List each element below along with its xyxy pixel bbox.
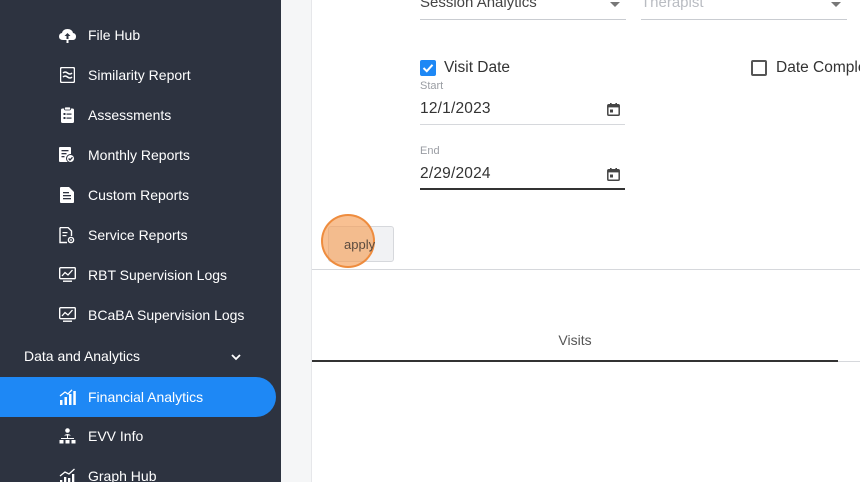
end-date-value: 2/29/2024 [420, 165, 491, 182]
tab-bar-divider [838, 361, 860, 362]
sidebar-item-rbt-supervision-logs[interactable]: RBT Supervision Logs [0, 255, 276, 295]
chevron-down-icon [231, 354, 241, 361]
sidebar-item-financial-analytics[interactable]: Financial Analytics [0, 377, 276, 417]
sidebar-group-label: Data and Analytics [24, 348, 140, 364]
tab-active-indicator [312, 360, 838, 362]
therapist-select[interactable]: Therapist [641, 0, 847, 20]
start-date-field[interactable]: Start 12/1/2023 [420, 80, 625, 126]
sidebar-item-label: Graph Hub [88, 468, 157, 482]
network-icon [58, 427, 76, 445]
report-type-select[interactable]: Session Analytics [420, 0, 626, 20]
apply-button-label: apply [344, 237, 376, 252]
clipboard-list-icon [58, 106, 76, 124]
therapist-placeholder: Therapist [641, 0, 704, 11]
checkmark-icon [422, 64, 434, 73]
calendar-icon[interactable] [607, 103, 620, 116]
start-date-underline [420, 124, 625, 125]
visit-date-checkbox[interactable] [420, 60, 436, 76]
section-divider [312, 269, 860, 270]
sidebar-item-assessments[interactable]: Assessments [0, 95, 276, 135]
sidebar-item-label: RBT Supervision Logs [88, 267, 228, 283]
date-complete-checkbox[interactable] [751, 60, 767, 76]
waves-icon [58, 66, 76, 84]
sidebar-item-file-hub[interactable]: File Hub [0, 15, 276, 55]
visit-date-label: Visit Date [444, 59, 511, 76]
sidebar-item-monthly-reports[interactable]: Monthly Reports [0, 135, 276, 175]
sidebar-group-data-and-analytics[interactable]: Data and Analytics [0, 336, 276, 376]
sidebar: File Hub Similarity Report Assessments M… [0, 0, 281, 482]
sidebar-item-custom-reports[interactable]: Custom Reports [0, 175, 276, 215]
sidebar-item-graph-hub[interactable]: Graph Hub [0, 456, 276, 482]
start-date-value: 12/1/2023 [420, 100, 491, 117]
app-root: File Hub Similarity Report Assessments M… [0, 0, 860, 482]
cloud-upload-icon [58, 26, 76, 44]
sidebar-item-label: Similarity Report [88, 67, 191, 83]
sidebar-item-similarity-report[interactable]: Similarity Report [0, 55, 276, 95]
start-date-label: Start [420, 80, 444, 92]
report-type-value: Session Analytics [420, 0, 537, 11]
caret-down-icon [831, 2, 841, 7]
document-icon [58, 186, 76, 204]
monitor-chart-icon [58, 266, 76, 284]
caret-down-icon [610, 2, 620, 7]
tab-label: Visits [558, 332, 592, 348]
date-complete-label: Date Comple [776, 59, 860, 76]
sidebar-item-evv-info[interactable]: EVV Info [0, 416, 276, 456]
sidebar-item-label: Service Reports [88, 227, 188, 243]
sidebar-item-label: File Hub [88, 27, 141, 43]
monitor-chart-icon [58, 306, 76, 324]
line-chart-icon [58, 467, 76, 482]
sidebar-item-service-reports[interactable]: Service Reports [0, 215, 276, 255]
sidebar-item-label: EVV Info [88, 428, 144, 444]
sidebar-item-label: Assessments [88, 107, 172, 123]
calendar-icon[interactable] [607, 168, 620, 181]
sidebar-item-label: Monthly Reports [88, 147, 190, 163]
bar-chart-icon [58, 388, 76, 406]
end-date-label: End [420, 145, 440, 157]
sidebar-item-bcaba-supervision-logs[interactable]: BCaBA Supervision Logs [0, 295, 276, 335]
content-gutter [281, 0, 312, 482]
sidebar-item-label: BCaBA Supervision Logs [88, 307, 245, 323]
document-settings-icon [58, 226, 76, 244]
tab-visits[interactable]: Visits [312, 318, 838, 362]
report-check-icon [58, 146, 76, 164]
sidebar-item-label: Custom Reports [88, 187, 190, 203]
sidebar-item-label: Financial Analytics [88, 389, 204, 405]
end-date-underline [420, 188, 625, 190]
analytics-panel: Session Analytics Therapist Visit Date D… [312, 0, 860, 482]
end-date-field[interactable]: End 2/29/2024 [420, 145, 625, 191]
